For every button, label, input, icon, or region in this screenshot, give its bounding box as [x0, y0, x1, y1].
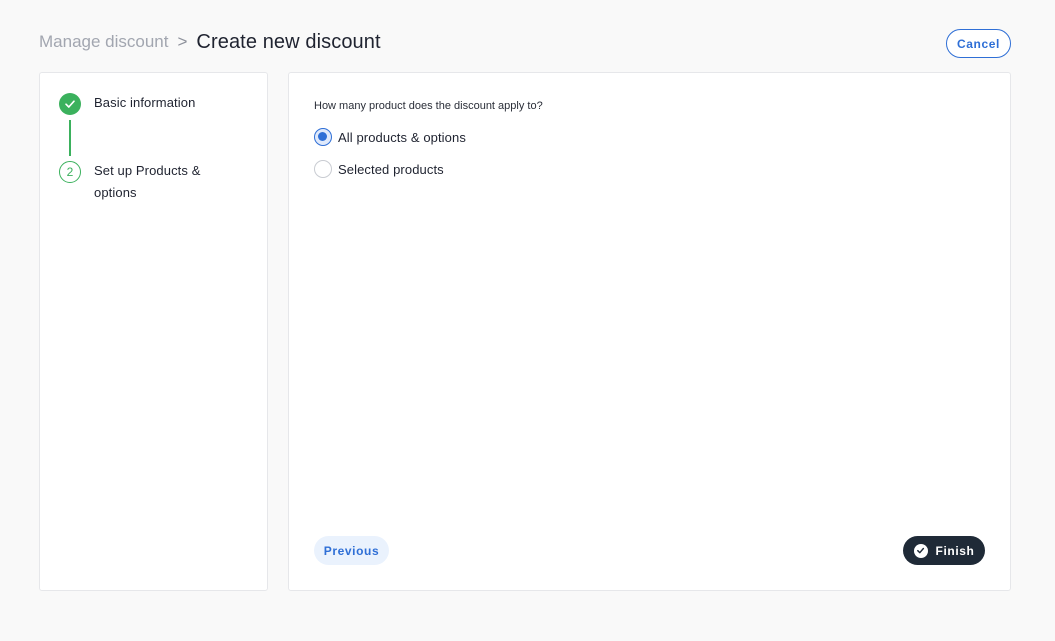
- step-1-label[interactable]: Basic information: [94, 92, 195, 114]
- cancel-button[interactable]: Cancel: [946, 29, 1011, 58]
- finish-button[interactable]: Finish: [903, 536, 985, 565]
- step-connector: [69, 120, 71, 156]
- breadcrumb-link-manage-discount[interactable]: Manage discount: [39, 32, 168, 52]
- steps-panel: Basic information 2 Set up Products & op…: [39, 72, 268, 591]
- previous-button[interactable]: Previous: [314, 536, 389, 565]
- question-label: How many product does the discount apply…: [314, 100, 543, 112]
- radio-button-unchecked[interactable]: [314, 160, 332, 178]
- page: Manage discount > Create new discount Ca…: [0, 0, 1055, 641]
- radio-button-checked[interactable]: [314, 128, 332, 146]
- step-2-number: 2: [59, 161, 81, 183]
- breadcrumb: Manage discount > Create new discount: [39, 30, 381, 54]
- breadcrumb-separator: >: [177, 32, 188, 51]
- radio-label[interactable]: Selected products: [338, 162, 444, 177]
- radio-option-selected-products[interactable]: Selected products: [314, 160, 444, 178]
- main-panel: How many product does the discount apply…: [288, 72, 1011, 591]
- radio-label[interactable]: All products & options: [338, 130, 466, 145]
- page-title: Create new discount: [196, 30, 381, 53]
- step-complete-check-icon: [59, 93, 81, 115]
- check-circle-icon: [913, 543, 928, 558]
- radio-option-all-products[interactable]: All products & options: [314, 128, 466, 146]
- step-2-label[interactable]: Set up Products & options: [94, 160, 224, 204]
- finish-label: Finish: [935, 543, 975, 558]
